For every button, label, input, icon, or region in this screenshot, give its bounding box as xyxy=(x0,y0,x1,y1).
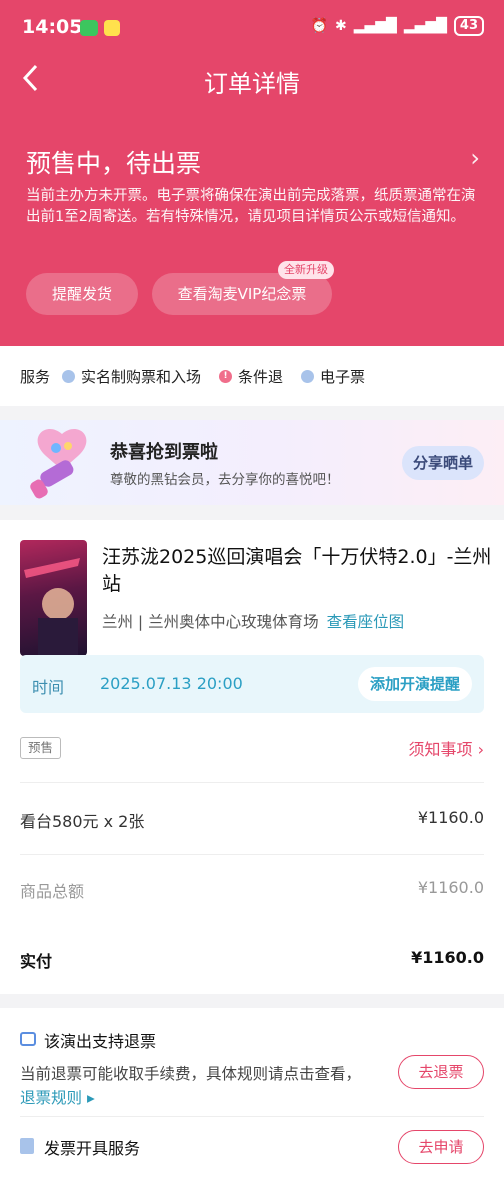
order-status-title[interactable]: 预售中，待出票 xyxy=(26,144,201,180)
notice-label: 须知事项 xyxy=(408,740,473,759)
remind-shipping-button[interactable]: 提醒发货 xyxy=(26,273,138,315)
signal-icon: ▂▄▆█ xyxy=(353,18,397,34)
refund-button[interactable]: 去退票 xyxy=(398,1055,484,1089)
refund-title: 该演出支持退票 xyxy=(44,1032,157,1051)
chevron-right-icon: › xyxy=(477,740,484,759)
chevron-right-icon[interactable]: › xyxy=(470,144,480,172)
ticket-gun-illustration xyxy=(30,429,87,499)
presale-tag: 预售 xyxy=(20,737,62,759)
wechat-notification-icon xyxy=(80,20,98,36)
status-icons: ⏰ ✱ ▂▄▆█ ▂▄▆█ 43 xyxy=(311,16,484,36)
refund-rules-link[interactable]: 退票规则 ▸ xyxy=(20,1089,95,1107)
show-poster[interactable] xyxy=(20,540,87,656)
invoice-title: 发票开具服务 xyxy=(44,1139,141,1158)
banner-title: 恭喜抢到票啦 xyxy=(110,442,218,463)
subtotal-amount: ¥1160.0 xyxy=(417,878,484,897)
poster-art xyxy=(24,558,80,656)
order-status-description: 当前主办方未开票。电子票将确保在演出前完成落票，纸质票通常在演出前1至2周寄送。… xyxy=(26,188,476,225)
service-item-eticket[interactable]: 电子票 xyxy=(301,366,365,387)
app-notification-icon xyxy=(104,20,120,36)
time-value: 2025.07.13 20:00 xyxy=(100,674,243,693)
new-upgrade-badge: 全新升级 xyxy=(278,261,334,279)
status-time: 14:05 xyxy=(22,16,83,38)
show-title[interactable]: 汪苏泷2025巡回演唱会「十万伏特2.0」-兰州站 xyxy=(102,544,492,598)
check-icon xyxy=(62,369,76,383)
service-item-conditional-refund[interactable]: ! 条件退 xyxy=(219,366,283,387)
bluetooth-icon: ✱ xyxy=(335,18,347,34)
divider xyxy=(20,854,484,855)
ticket-icon xyxy=(20,1032,36,1046)
paid-amount: ¥1160.0 xyxy=(411,948,484,967)
share-order-button[interactable]: 分享晒单 xyxy=(402,446,484,480)
services-bar: 服务 实名制购票和入场 ! 条件退 电子票 xyxy=(0,346,504,406)
notice-link[interactable]: 须知事项 › xyxy=(408,736,484,760)
seat-map-link[interactable]: 查看座位图 xyxy=(327,613,405,631)
show-card: 汪苏泷2025巡回演唱会「十万伏特2.0」-兰州站 兰州 | 兰州奥体中心玫瑰体… xyxy=(0,520,504,994)
venue-text: 兰州 | 兰州奥体中心玫瑰体育场 xyxy=(102,613,319,631)
time-label: 时间 xyxy=(32,678,65,697)
divider xyxy=(20,782,484,783)
show-time-box: 时间 2025.07.13 20:00 添加开演提醒 xyxy=(20,655,484,713)
battery-indicator: 43 xyxy=(453,16,484,36)
check-icon xyxy=(301,369,315,383)
add-show-reminder-button[interactable]: 添加开演提醒 xyxy=(357,667,472,701)
subtotal-label: 商品总额 xyxy=(20,882,85,901)
signal-icon-2: ▂▄▆█ xyxy=(403,18,447,34)
refund-description-text: 当前退票可能收取手续费，具体规则请点击查看， xyxy=(20,1065,362,1083)
ticket-line-label: 看台580元 x 2张 xyxy=(20,812,145,831)
invoice-icon xyxy=(20,1138,34,1154)
apply-invoice-button[interactable]: 去申请 xyxy=(398,1130,484,1164)
divider xyxy=(20,1116,484,1117)
refund-section: 该演出支持退票 当前退票可能收取手续费，具体规则请点击查看， 退票规则 ▸ 去退票… xyxy=(0,1008,504,1199)
status-bar: 14:05 ⏰ ✱ ▂▄▆█ ▂▄▆█ 43 xyxy=(0,14,504,44)
page-title: 订单详情 xyxy=(204,70,300,98)
show-venue: 兰州 | 兰州奥体中心玫瑰体育场 查看座位图 xyxy=(102,610,404,632)
share-banner: 恭喜抢到票啦 尊敬的黑钻会员，去分享你的喜悦吧！ 分享晒单 xyxy=(0,420,504,505)
paid-label: 实付 xyxy=(20,952,53,971)
services-label: 服务 xyxy=(20,367,51,386)
refund-description: 当前退票可能收取手续费，具体规则请点击查看， 退票规则 ▸ xyxy=(20,1062,370,1110)
alert-icon: ! xyxy=(219,369,233,383)
ticket-line-amount: ¥1160.0 xyxy=(417,808,484,827)
order-status-header: 14:05 ⏰ ✱ ▂▄▆█ ▂▄▆█ 43 订单详情 预售中，待出票 › 当前… xyxy=(0,0,504,346)
alarm-icon: ⏰ xyxy=(310,18,329,34)
service-item-realname[interactable]: 实名制购票和入场 xyxy=(62,366,201,387)
view-vip-ticket-button[interactable]: 查看淘麦VIP纪念票 xyxy=(152,273,332,315)
banner-subtitle: 尊敬的黑钻会员，去分享你的喜悦吧！ xyxy=(110,472,340,488)
